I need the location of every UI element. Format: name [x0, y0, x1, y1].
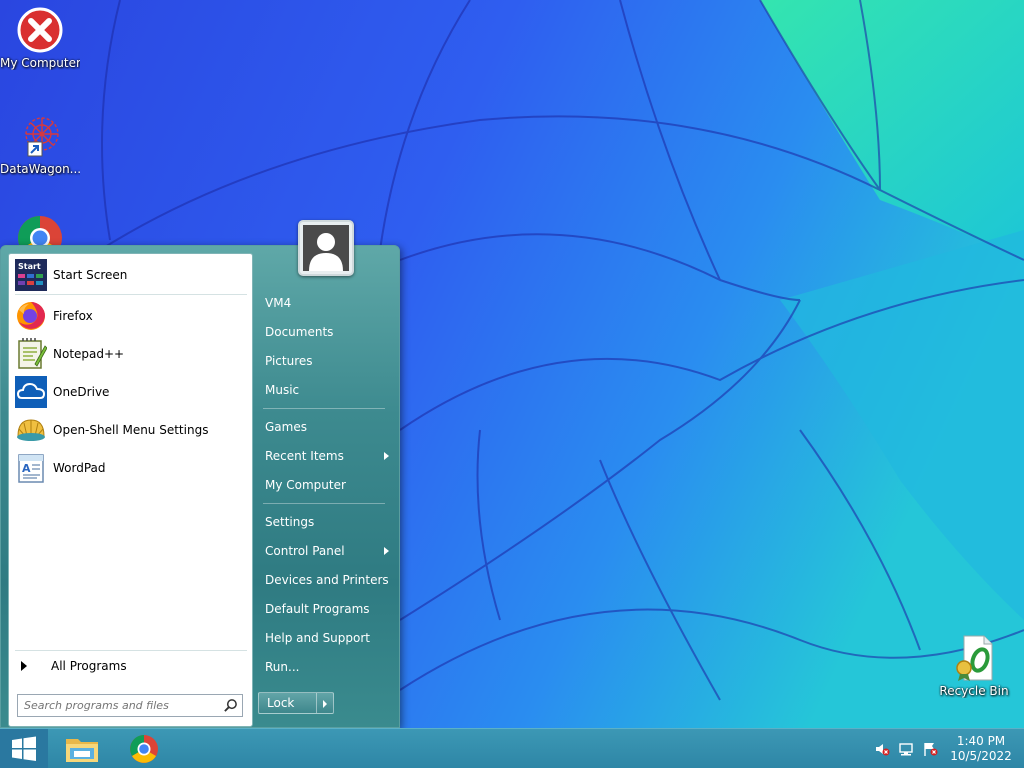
desktop-icon-recycle-bin[interactable]: Recycle Bin — [934, 634, 1014, 698]
right-item-label: Settings — [265, 515, 315, 529]
right-separator — [263, 503, 385, 504]
chevron-right-icon — [384, 452, 389, 460]
right-item-label: Help and Support — [265, 631, 370, 645]
all-programs-button[interactable]: All Programs — [13, 655, 249, 677]
svg-text:A: A — [22, 462, 31, 475]
taskbar-file-explorer[interactable] — [52, 729, 112, 768]
firefox-icon — [15, 300, 47, 332]
right-item-label: My Computer — [265, 478, 346, 492]
start-screen-icon: Start — [15, 259, 47, 291]
right-item-help-support[interactable]: Help and Support — [259, 625, 395, 651]
action-center-icon[interactable] — [922, 741, 938, 757]
right-separator — [263, 408, 385, 409]
program-notepad-plus-plus[interactable]: Notepad++ — [13, 336, 249, 372]
right-item-label: Devices and Printers — [265, 573, 389, 587]
chevron-right-icon — [384, 547, 389, 555]
right-item-label: Pictures — [265, 354, 313, 368]
right-item-label: Games — [265, 420, 307, 434]
lock-button[interactable]: Lock — [258, 692, 316, 714]
open-shell-icon — [15, 414, 47, 446]
desktop-icon-datawagon[interactable]: DataWagon... — [0, 112, 80, 176]
chevron-right-icon — [21, 661, 27, 671]
right-item-label: Control Panel — [265, 544, 345, 558]
network-icon[interactable] — [898, 741, 914, 757]
right-item-label: Default Programs — [265, 602, 370, 616]
error-x-icon — [16, 6, 64, 54]
program-label: Notepad++ — [53, 347, 125, 361]
desktop-icon-my-computer[interactable]: My Computer — [0, 6, 80, 70]
program-onedrive[interactable]: OneDrive — [13, 374, 249, 410]
right-item-music[interactable]: Music — [259, 377, 395, 403]
right-item-label: Recent Items — [265, 449, 344, 463]
user-silhouette-icon — [303, 225, 349, 271]
wordpad-icon: A — [15, 452, 47, 484]
lock-label: Lock — [267, 696, 295, 710]
search-icon[interactable] — [223, 698, 238, 713]
taskbar: 1:40 PM 10/5/2022 — [0, 728, 1024, 768]
programs-pane: Start Start Screen Firefox Notepad++ One… — [8, 253, 253, 727]
right-item-settings[interactable]: Settings — [259, 509, 395, 535]
right-item-label: VM4 — [265, 296, 292, 310]
programs-separator — [15, 294, 247, 295]
start-button[interactable] — [0, 729, 48, 768]
file-explorer-icon — [66, 739, 98, 762]
search-input[interactable] — [18, 695, 218, 716]
desktop-icon-label: Recycle Bin — [939, 684, 1009, 698]
desktop-icon-label: My Computer — [0, 56, 80, 70]
volume-muted-icon[interactable] — [874, 741, 890, 757]
right-item-documents[interactable]: Documents — [259, 319, 395, 345]
right-item-games[interactable]: Games — [259, 414, 395, 440]
right-item-pictures[interactable]: Pictures — [259, 348, 395, 374]
program-label: Firefox — [53, 309, 93, 323]
start-menu: Start Start Screen Firefox Notepad++ One… — [0, 245, 400, 728]
right-item-devices-printers[interactable]: Devices and Printers — [259, 567, 395, 593]
recycle-bin-icon — [950, 634, 998, 682]
datawagon-icon — [16, 112, 64, 160]
right-item-label: Music — [265, 383, 300, 397]
svg-text:Start: Start — [18, 262, 41, 271]
shutdown-options-button[interactable] — [316, 692, 334, 714]
desktop-icon-label: DataWagon... — [0, 162, 80, 176]
all-programs-label: All Programs — [51, 659, 127, 673]
clock-time: 1:40 PM — [956, 734, 1006, 748]
onedrive-icon — [15, 376, 47, 408]
right-item-control-panel[interactable]: Control Panel — [259, 538, 395, 564]
search-box[interactable] — [17, 694, 243, 717]
user-avatar[interactable] — [298, 220, 354, 276]
program-label: WordPad — [53, 461, 106, 475]
program-label: Start Screen — [53, 268, 128, 282]
right-item-run[interactable]: Run... — [259, 654, 395, 680]
right-item-default-programs[interactable]: Default Programs — [259, 596, 395, 622]
program-start-screen[interactable]: Start Start Screen — [13, 257, 249, 293]
right-item-label: Run... — [265, 660, 300, 674]
program-label: Open-Shell Menu Settings — [53, 423, 209, 437]
taskbar-clock[interactable]: 1:40 PM 10/5/2022 — [948, 734, 1014, 764]
taskbar-chrome[interactable] — [114, 729, 174, 768]
program-wordpad[interactable]: A WordPad — [13, 450, 249, 486]
all-programs-separator — [15, 650, 247, 651]
right-item-my-computer[interactable]: My Computer — [259, 472, 395, 498]
chrome-icon — [130, 735, 158, 763]
program-open-shell-settings[interactable]: Open-Shell Menu Settings — [13, 412, 249, 448]
program-firefox[interactable]: Firefox — [13, 298, 249, 334]
right-item-recent-items[interactable]: Recent Items — [259, 443, 395, 469]
windows-logo-icon — [12, 736, 36, 761]
clock-date: 10/5/2022 — [950, 749, 1012, 763]
chevron-right-icon — [323, 700, 327, 708]
right-item-label: Documents — [265, 325, 334, 339]
right-item-user-folder[interactable]: VM4 — [259, 290, 395, 316]
notepad-plus-plus-icon — [15, 338, 48, 370]
program-label: OneDrive — [53, 385, 110, 399]
